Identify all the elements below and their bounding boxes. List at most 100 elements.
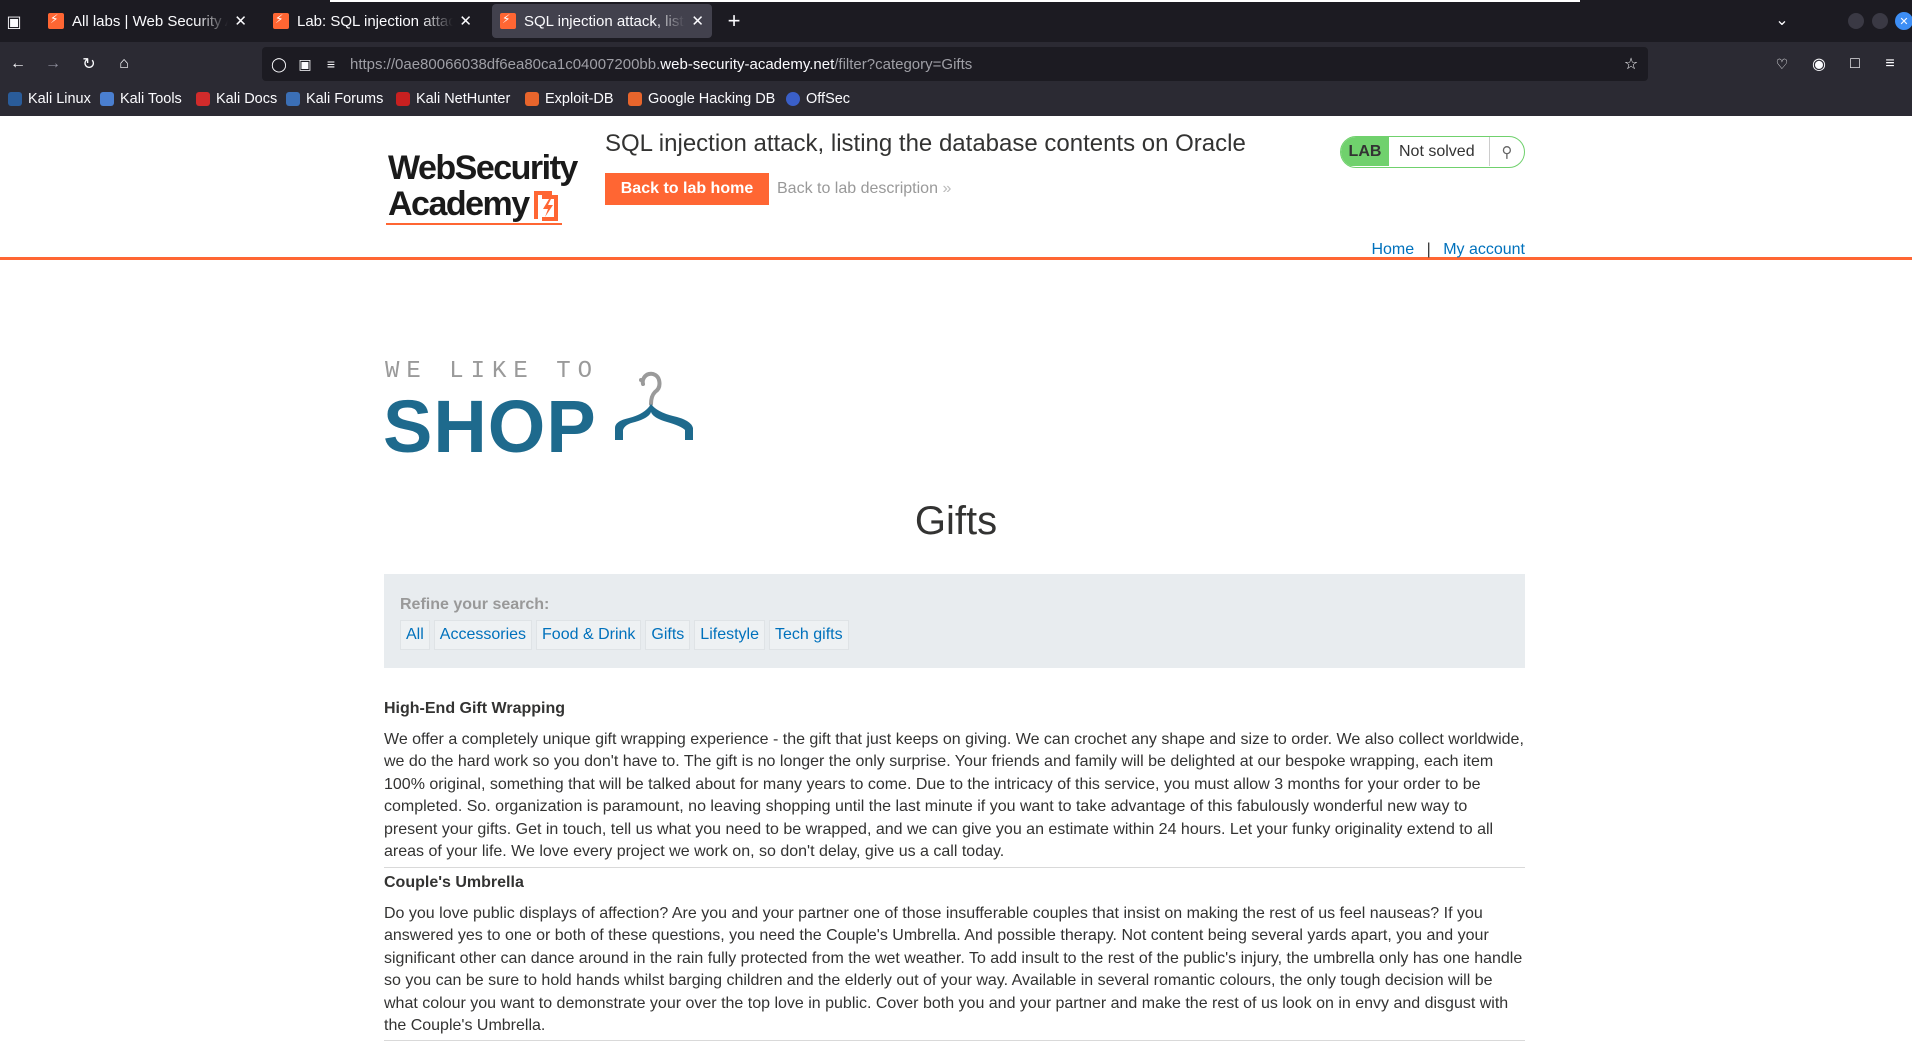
tab-title: All labs | Web Security Academy xyxy=(72,12,228,30)
bookmark-label: Kali Forums xyxy=(306,91,384,107)
tab-lab-active[interactable]: SQL injection attack, listing the databa… xyxy=(492,4,712,38)
filter-link-all[interactable]: All xyxy=(400,620,430,650)
logo-underline xyxy=(386,223,562,225)
web-security-academy-favicon-icon xyxy=(273,12,289,29)
extensions-icon[interactable]: □ xyxy=(1845,54,1865,74)
navigation-toolbar: ← → ↻ ⌂ ◯ ▣ ≡ https://0ae80066038df6ea80… xyxy=(0,42,1912,86)
bookmark-kali-linux[interactable]: Kali Linux xyxy=(8,91,91,107)
close-tab-icon[interactable]: ✕ xyxy=(691,12,704,30)
new-tab-icon[interactable]: + xyxy=(722,8,746,33)
filter-panel: Refine your search: All Accessories Food… xyxy=(384,574,1525,668)
maximize-window-icon[interactable] xyxy=(1872,13,1888,29)
logo-line-1: WebSecurity xyxy=(388,149,578,187)
double-chevron-right-icon: » xyxy=(942,180,952,197)
product-item: Couple's Umbrella Do you love public dis… xyxy=(384,874,1525,1037)
close-tab-icon[interactable]: ✕ xyxy=(459,12,472,30)
bookmark-label: Exploit-DB xyxy=(545,91,614,107)
bookmark-exploit-db[interactable]: Exploit-DB xyxy=(525,91,614,107)
bookmark-label: Kali Linux xyxy=(28,91,91,107)
bookmark-label: OffSec xyxy=(806,91,851,107)
lock-icon[interactable]: ▣ xyxy=(296,55,314,73)
bookmark-label: Google Hacking DB xyxy=(648,91,776,107)
reload-icon[interactable]: ↻ xyxy=(79,54,99,74)
back-to-lab-home-button[interactable]: Back to lab home xyxy=(605,173,769,205)
tracking-protection-shield-icon[interactable]: ◯ xyxy=(270,55,288,73)
tab-overview-icon[interactable]: ▣ xyxy=(4,12,24,32)
home-icon[interactable]: ⌂ xyxy=(114,54,134,74)
lab-title: SQL injection attack, listing the databa… xyxy=(605,130,1246,157)
product-name: High-End Gift Wrapping xyxy=(384,700,566,717)
list-all-tabs-chevron-down-icon[interactable]: ⌄ xyxy=(1772,10,1792,30)
menu-icon[interactable]: ≡ xyxy=(1880,54,1900,74)
product-item: High-End Gift Wrapping We offer a comple… xyxy=(384,700,1525,863)
tab-lab-description[interactable]: Lab: SQL injection attack, listing the d… xyxy=(265,4,480,38)
url-path: /filter?category=Gifts xyxy=(834,56,973,73)
home-link[interactable]: Home xyxy=(1371,241,1414,258)
logo-line-2: Academy xyxy=(388,185,530,223)
bookmark-kali-tools[interactable]: Kali Tools xyxy=(100,91,182,107)
url-text[interactable]: https://0ae80066038df6ea80ca1c04007200bb… xyxy=(350,56,972,73)
tab-strip: ▣ All labs | Web Security Academy ✕ Lab:… xyxy=(0,0,1912,42)
url-host: web-security-academy.net xyxy=(660,56,835,73)
lab-badge: LAB xyxy=(1341,137,1389,166)
top-navigation: Home | My account xyxy=(1371,241,1525,259)
google-hacking-db-icon xyxy=(628,92,642,106)
filter-link-tech-gifts[interactable]: Tech gifts xyxy=(769,620,849,650)
bookmarks-toolbar: Kali Linux Kali Tools Kali Docs Kali For… xyxy=(0,86,1912,116)
minimize-window-icon[interactable] xyxy=(1848,13,1864,29)
close-tab-icon[interactable]: ✕ xyxy=(234,12,247,30)
forward-arrow-icon[interactable]: → xyxy=(43,54,63,74)
kali-docs-icon xyxy=(196,92,210,106)
pocket-icon[interactable]: ♡ xyxy=(1772,54,1792,74)
bookmark-star-icon[interactable]: ☆ xyxy=(1622,55,1640,73)
web-security-academy-favicon-icon xyxy=(48,12,64,29)
permissions-icon[interactable]: ≡ xyxy=(322,55,340,73)
bookmark-kali-docs[interactable]: Kali Docs xyxy=(196,91,277,107)
filter-link-accessories[interactable]: Accessories xyxy=(433,620,533,650)
bookmark-label: Kali Tools xyxy=(120,91,182,107)
web-security-academy-favicon-icon xyxy=(500,12,516,29)
bookmark-google-hacking-db[interactable]: Google Hacking DB xyxy=(628,91,775,107)
kali-dragon-icon xyxy=(8,92,22,106)
shop-logo-tagline: WE LIKE TO xyxy=(385,358,600,385)
back-to-lab-description-link[interactable]: Back to lab description » xyxy=(777,180,951,198)
we-like-to-shop-logo: WE LIKE TO SHOP xyxy=(383,350,763,464)
filter-label: Refine your search: xyxy=(400,596,550,613)
bookmark-label: Kali NetHunter xyxy=(416,91,511,107)
clothes-hanger-icon xyxy=(615,371,693,440)
account-icon[interactable]: ◉ xyxy=(1809,54,1829,74)
bookmark-offsec[interactable]: OffSec xyxy=(786,91,850,107)
tab-title: Lab: SQL injection attack, listing the d… xyxy=(297,12,454,30)
loading-progress-bar xyxy=(330,0,1580,2)
bookmark-kali-forums[interactable]: Kali Forums xyxy=(286,91,383,107)
product-description: We offer a completely unique gift wrappi… xyxy=(384,731,1524,861)
lab-status-widget: LAB Not solved ⚲ xyxy=(1340,136,1525,168)
kali-tools-icon xyxy=(100,92,114,106)
address-bar[interactable]: ◯ ▣ ≡ https://0ae80066038df6ea80ca1c0400… xyxy=(262,47,1648,81)
product-name: Couple's Umbrella xyxy=(384,874,524,891)
category-filter-list: All Accessories Food & Drink Gifts Lifes… xyxy=(400,620,849,650)
back-arrow-icon[interactable]: ← xyxy=(8,54,28,74)
url-prefix: https://0ae80066038df6ea80ca1c04007200bb… xyxy=(350,56,661,73)
nav-separator: | xyxy=(1426,241,1431,258)
tab-all-labs[interactable]: All labs | Web Security Academy ✕ xyxy=(40,4,255,38)
filter-link-gifts[interactable]: Gifts xyxy=(645,620,691,650)
kali-forums-icon xyxy=(286,92,300,106)
shop-logo-word: SHOP xyxy=(383,385,597,468)
category-heading: Gifts xyxy=(914,499,998,543)
lightning-logo-icon xyxy=(534,191,558,221)
product-description: Do you love public displays of affection… xyxy=(384,905,1523,1035)
bookmark-kali-nethunter[interactable]: Kali NetHunter xyxy=(396,91,510,107)
filter-link-food-drink[interactable]: Food & Drink xyxy=(536,620,642,650)
back-desc-label: Back to lab description xyxy=(777,180,938,197)
product-divider xyxy=(384,1040,1525,1041)
tab-title: SQL injection attack, listing the databa… xyxy=(524,12,686,30)
my-account-link[interactable]: My account xyxy=(1443,241,1525,258)
offsec-icon xyxy=(786,92,800,106)
filter-link-lifestyle[interactable]: Lifestyle xyxy=(694,620,765,650)
exploit-db-icon xyxy=(525,92,539,106)
page-content: WebSecurity Academy SQL injection attack… xyxy=(0,116,1912,1043)
close-window-icon[interactable]: ✕ xyxy=(1895,12,1912,30)
product-divider xyxy=(384,867,1525,868)
web-security-academy-logo[interactable]: WebSecurity Academy xyxy=(384,137,584,227)
